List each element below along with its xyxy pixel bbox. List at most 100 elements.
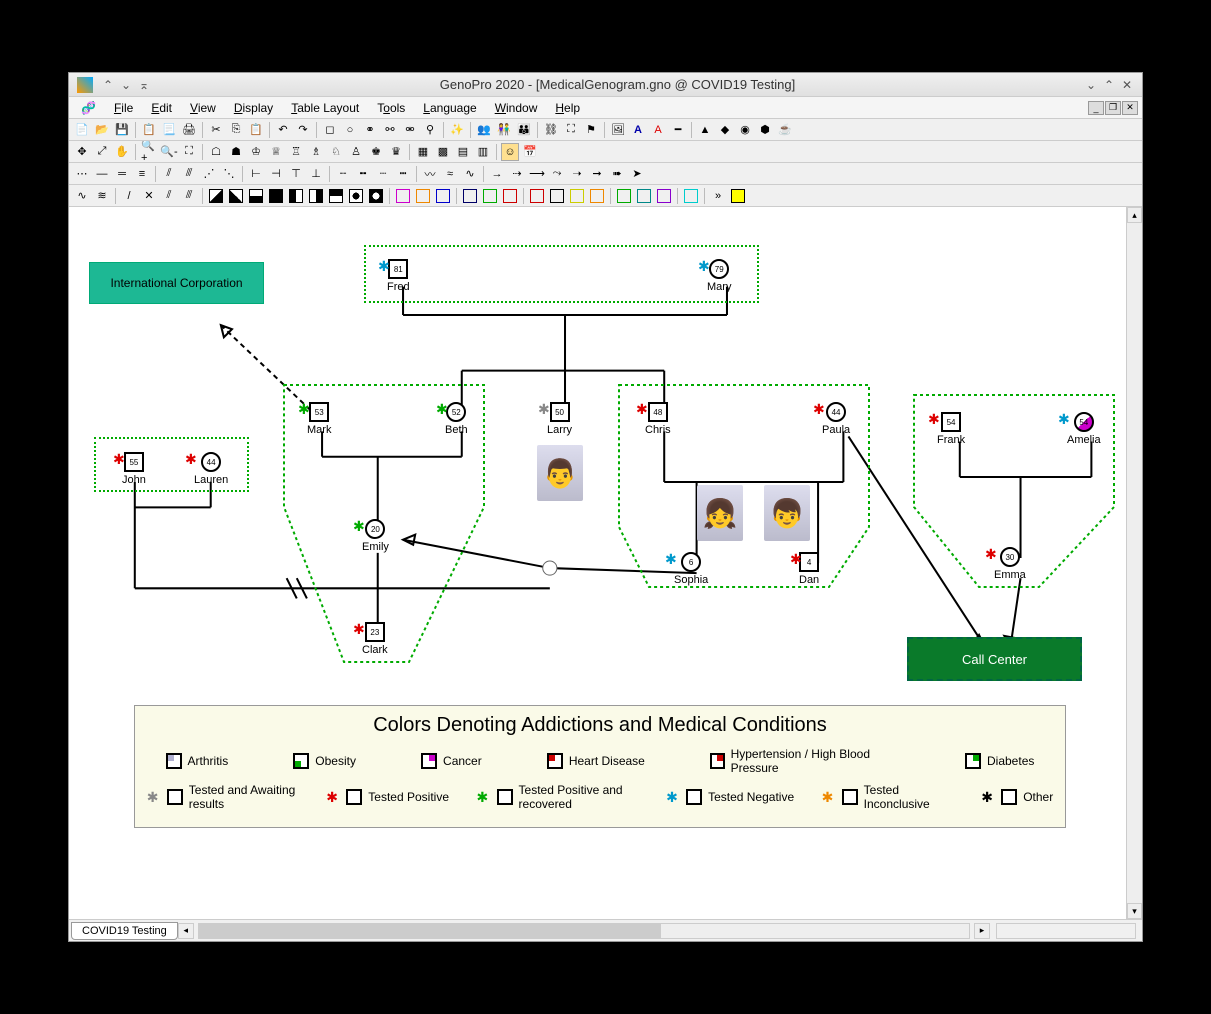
- shape2-icon[interactable]: ◆: [716, 121, 734, 139]
- tree-e-icon[interactable]: ♖: [287, 143, 305, 161]
- person-dan[interactable]: 4 Dan: [799, 552, 819, 586]
- menu-window[interactable]: Window: [487, 99, 546, 117]
- menu-edit[interactable]: Edit: [143, 99, 180, 117]
- menu-tools[interactable]: Tools: [369, 99, 413, 117]
- tree-i-icon[interactable]: ♚: [367, 143, 385, 161]
- c-red2-icon[interactable]: [528, 187, 546, 205]
- bold-icon[interactable]: A: [629, 121, 647, 139]
- arr8-icon[interactable]: ➤: [628, 165, 646, 183]
- app-menu-icon[interactable]: 🧬: [73, 99, 104, 117]
- print-icon[interactable]: 🖨: [180, 121, 198, 139]
- shape1-icon[interactable]: ▲: [696, 121, 714, 139]
- person-john[interactable]: 55 John: [122, 452, 146, 486]
- font-icon[interactable]: A: [649, 121, 667, 139]
- copy-doc-icon[interactable]: 📋: [140, 121, 158, 139]
- couple-icon[interactable]: 👫: [495, 121, 513, 139]
- c-orange2-icon[interactable]: [588, 187, 606, 205]
- page-icon[interactable]: 📃: [160, 121, 178, 139]
- c-green-icon[interactable]: [481, 187, 499, 205]
- person-beth[interactable]: 52 Beth: [445, 402, 468, 436]
- line2-icon[interactable]: —: [93, 165, 111, 183]
- new-male-icon[interactable]: ◻: [321, 121, 339, 139]
- c-red-icon[interactable]: [501, 187, 519, 205]
- scroll-down-icon[interactable]: ▾: [1127, 903, 1142, 919]
- tree-icon[interactable]: ⚯: [381, 121, 399, 139]
- tree-g-icon[interactable]: ♘: [327, 143, 345, 161]
- wave1-icon[interactable]: 〰: [421, 165, 439, 183]
- menu-view[interactable]: View: [182, 99, 224, 117]
- goto-icon[interactable]: »: [709, 187, 727, 205]
- conn1-icon[interactable]: ⊢: [247, 165, 265, 183]
- shape4-icon[interactable]: ⬢: [756, 121, 774, 139]
- undo-icon[interactable]: ↶: [274, 121, 292, 139]
- rel2-icon[interactable]: ⫻: [180, 165, 198, 183]
- person-chris[interactable]: 48 Chris: [645, 402, 671, 436]
- c-yellow-icon[interactable]: [568, 187, 586, 205]
- mdi-minimize-button[interactable]: _: [1088, 101, 1104, 115]
- conn4-icon[interactable]: ⊥: [307, 165, 325, 183]
- c-teal-icon[interactable]: [635, 187, 653, 205]
- person-emma[interactable]: 30 Emma: [994, 547, 1026, 581]
- scroll-up-icon[interactable]: ▴: [1127, 207, 1142, 223]
- sheet-tab[interactable]: COVID19 Testing: [71, 922, 178, 940]
- dash2-icon[interactable]: ╍: [354, 165, 372, 183]
- photo-larry[interactable]: 👨: [537, 445, 583, 501]
- c-purple-icon[interactable]: [655, 187, 673, 205]
- scroll-left-icon[interactable]: ◂: [178, 923, 194, 939]
- flag-icon[interactable]: ⚑: [582, 121, 600, 139]
- person-mark[interactable]: 53 Mark: [307, 402, 331, 436]
- arr2-icon[interactable]: ⇢: [508, 165, 526, 183]
- wave2-icon[interactable]: ≈: [441, 165, 459, 183]
- open-icon[interactable]: 📂: [93, 121, 111, 139]
- new-female-icon[interactable]: ○: [341, 121, 359, 139]
- person-sophia[interactable]: 6 Sophia: [674, 552, 708, 586]
- line4-icon[interactable]: ≡: [133, 165, 151, 183]
- line3-icon[interactable]: ═: [113, 165, 131, 183]
- wand-icon[interactable]: ✨: [448, 121, 466, 139]
- photo-sophia[interactable]: 👧: [697, 485, 743, 541]
- person-clark[interactable]: 23 Clark: [362, 622, 388, 656]
- line1-icon[interactable]: ⋯: [73, 165, 91, 183]
- sq7-icon[interactable]: [327, 187, 345, 205]
- group-icon[interactable]: 👪: [515, 121, 533, 139]
- new-icon[interactable]: 📄: [73, 121, 91, 139]
- zoom-out-icon[interactable]: 🔍-: [160, 143, 178, 161]
- tree-b-icon[interactable]: ☗: [227, 143, 245, 161]
- menu-help[interactable]: Help: [547, 99, 588, 117]
- hand-icon[interactable]: ✋: [113, 143, 131, 161]
- person-frank[interactable]: 54 Frank: [937, 412, 965, 446]
- conn2-icon[interactable]: ⊣: [267, 165, 285, 183]
- sq1-icon[interactable]: [207, 187, 225, 205]
- cal-icon[interactable]: 📅: [521, 143, 539, 161]
- grid1-icon[interactable]: ▦: [414, 143, 432, 161]
- zoom-fit-icon[interactable]: ⛶: [180, 143, 198, 161]
- close-button[interactable]: ✕: [1120, 78, 1134, 92]
- paste-icon[interactable]: 📋: [247, 121, 265, 139]
- shape3-icon[interactable]: ◉: [736, 121, 754, 139]
- c-navy-icon[interactable]: [461, 187, 479, 205]
- people-icon[interactable]: 👥: [475, 121, 493, 139]
- slash2-icon[interactable]: ✕: [140, 187, 158, 205]
- person-larry[interactable]: 50 Larry: [547, 402, 572, 436]
- maximize-button[interactable]: ⌃: [1102, 78, 1116, 92]
- conn3-icon[interactable]: ⊤: [287, 165, 305, 183]
- rel3-icon[interactable]: ⋰: [200, 165, 218, 183]
- sq8-icon[interactable]: [347, 187, 365, 205]
- c-black-icon[interactable]: [548, 187, 566, 205]
- zoom-in-icon[interactable]: 🔍+: [140, 143, 158, 161]
- link-icon[interactable]: ⛓: [542, 121, 560, 139]
- sq6-icon[interactable]: [307, 187, 325, 205]
- arr5-icon[interactable]: ➝: [568, 165, 586, 183]
- sq3-icon[interactable]: [247, 187, 265, 205]
- curve1-icon[interactable]: ∿: [73, 187, 91, 205]
- wave3-icon[interactable]: ∿: [461, 165, 479, 183]
- mdi-close-button[interactable]: ✕: [1122, 101, 1138, 115]
- teacup-icon[interactable]: ☕: [776, 121, 794, 139]
- person-paula[interactable]: 44 Paula: [822, 402, 850, 436]
- curve2-icon[interactable]: ≋: [93, 187, 111, 205]
- dash4-icon[interactable]: ┅: [394, 165, 412, 183]
- arr7-icon[interactable]: ➠: [608, 165, 626, 183]
- sq5-icon[interactable]: [287, 187, 305, 205]
- dash3-icon[interactable]: ┄: [374, 165, 392, 183]
- copy-icon[interactable]: ⎘: [227, 121, 245, 139]
